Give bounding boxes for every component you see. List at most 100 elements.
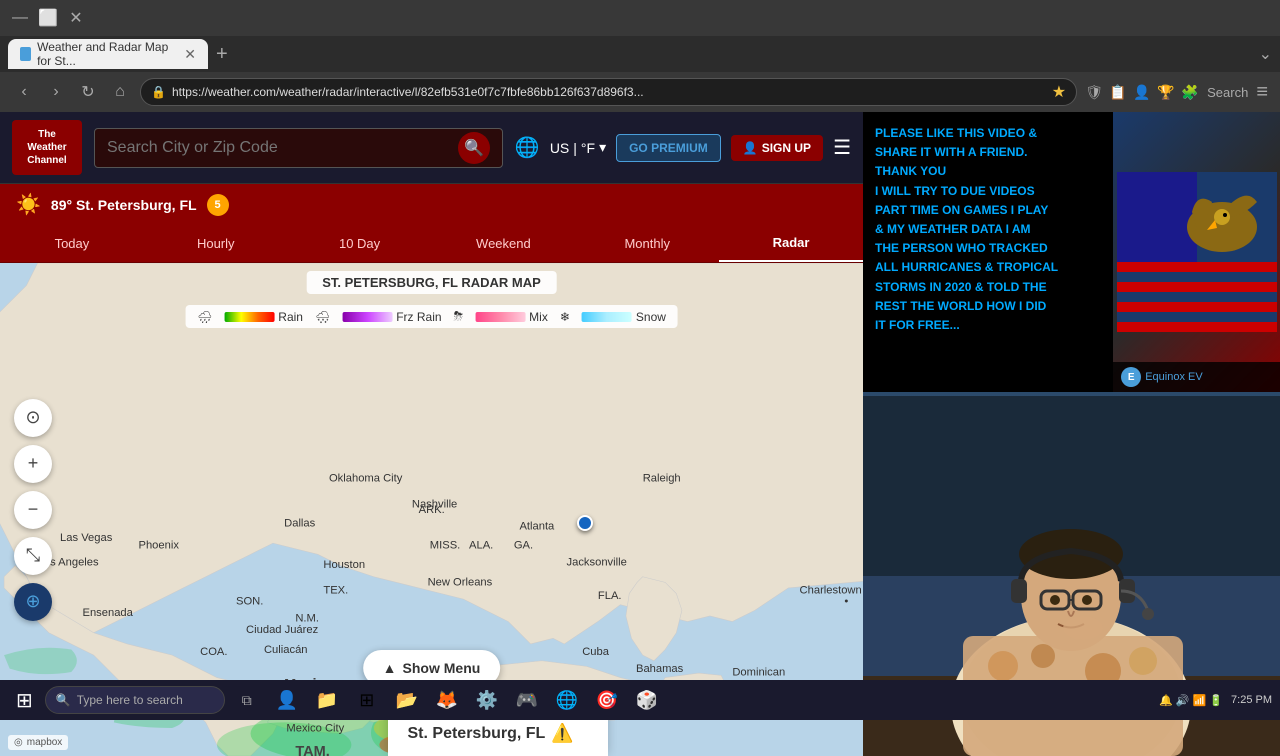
extensions-icon[interactable]: 🧩 [1181, 83, 1199, 101]
svg-text:Ciudad Juárez: Ciudad Juárez [246, 624, 319, 636]
popup-location: St. Petersburg, FL ⚠️ [408, 723, 588, 744]
zoom-in-button[interactable]: + [14, 445, 52, 483]
chevron-up-icon: ▲ [383, 660, 397, 676]
svg-text:Charlestown: Charlestown [800, 585, 862, 597]
new-tab-button[interactable]: + [208, 43, 236, 66]
weather-logo: TheWeatherChannel [12, 120, 82, 175]
chrome-taskbar-icon[interactable]: 🌐 [549, 682, 585, 718]
start-button[interactable]: ⊞ [8, 684, 41, 717]
rain-label: Rain [278, 310, 303, 324]
apps-taskbar-icon[interactable]: ⊞ [349, 682, 385, 718]
tab-overflow-icon[interactable]: ⌄ [1259, 44, 1272, 64]
home-button[interactable]: ⌂ [108, 80, 132, 104]
svg-text:Phoenix: Phoenix [139, 540, 180, 552]
taskbar-right: 🔔 🔊 📶 🔋 7:25 PM [1159, 694, 1272, 707]
premium-button[interactable]: GO PREMIUM [616, 134, 721, 162]
mix-bar [475, 312, 525, 322]
back-button[interactable]: ‹ [12, 80, 36, 104]
svg-text:N.M.: N.M. [295, 613, 319, 625]
tab-title: Weather and Radar Map for St... [37, 40, 174, 68]
location-pin [577, 515, 593, 531]
weather-section: TheWeatherChannel 🔍 🌐 US | °F ▾ GO PREMI… [0, 112, 863, 756]
url-text: https://weather.com/weather/radar/intera… [172, 85, 1046, 99]
steam-taskbar-icon[interactable]: 🎮 [509, 682, 545, 718]
frz-label: Frz Rain [396, 310, 441, 324]
logo-text: TheWeatherChannel [27, 128, 66, 167]
tab-radar[interactable]: Radar [719, 225, 863, 262]
svg-text:GA.: GA. [514, 540, 533, 552]
country-label: US [550, 140, 569, 156]
popup-location-text: St. Petersburg, FL [408, 725, 546, 743]
person-taskbar-icon[interactable]: 👤 [269, 682, 305, 718]
current-weather-bar: ☀️ 89° St. Petersburg, FL 5 [0, 184, 863, 225]
equinox-label: Equinox EV [1145, 371, 1202, 383]
tab-today[interactable]: Today [0, 225, 144, 262]
settings-taskbar-icon[interactable]: ⚙️ [469, 682, 505, 718]
snow-bar [582, 312, 632, 322]
city-search-bar[interactable]: 🔍 [94, 128, 503, 168]
signup-button[interactable]: 👤 SIGN UP [731, 135, 823, 161]
browser-search-button[interactable]: Search [1207, 85, 1248, 100]
browser-menu-button[interactable]: ≡ [1256, 81, 1268, 104]
search-label: Search [1207, 85, 1248, 100]
map-legend: 🌧 Rain 🌨 Frz Rain ⛈ Mix ❄ S [185, 305, 678, 328]
main-layout: TheWeatherChannel 🔍 🌐 US | °F ▾ GO PREMI… [0, 112, 1280, 756]
globe-icon[interactable]: 🌐 [515, 135, 540, 160]
forward-button[interactable]: › [44, 80, 68, 104]
unit-display: °F [581, 140, 595, 156]
svg-text:COA.: COA. [200, 646, 227, 658]
legend-frz-icon: 🌨 [315, 310, 330, 324]
svg-text:TEX.: TEX. [323, 585, 348, 597]
account-icon[interactable]: 👤 [1133, 83, 1151, 101]
svg-text:•: • [844, 596, 848, 608]
legend-mix-icon: ⛈ [454, 309, 464, 324]
explorer-taskbar-icon[interactable]: 📂 [389, 682, 425, 718]
firefox-taskbar-icon[interactable]: 🦊 [429, 682, 465, 718]
tab-favicon [20, 47, 31, 61]
svg-text:MISS.: MISS. [430, 540, 460, 552]
hamburger-menu-button[interactable]: ☰ [833, 135, 851, 160]
svg-text:TAM.: TAM. [295, 744, 329, 756]
url-bar[interactable]: 🔒 https://weather.com/weather/radar/inte… [140, 78, 1077, 106]
svg-text:Raleigh: Raleigh [643, 472, 681, 484]
video-eagle [1113, 112, 1280, 392]
close-button[interactable]: ✕ [64, 6, 88, 30]
legend-rain-icon: 🌧 [197, 310, 212, 324]
active-tab[interactable]: Weather and Radar Map for St... ✕ [8, 39, 208, 69]
layers-button[interactable]: ⊕ [14, 583, 52, 621]
mix-label: Mix [529, 310, 548, 324]
maximize-button[interactable]: ⬜ [36, 6, 60, 30]
tab-monthly[interactable]: Monthly [575, 225, 719, 262]
tab-close-button[interactable]: ✕ [184, 46, 196, 63]
refresh-button[interactable]: ↻ [76, 80, 100, 104]
locate-button[interactable]: ⊙ [14, 399, 52, 437]
show-menu-label: Show Menu [403, 660, 481, 676]
task-view-button[interactable]: ⧉ [229, 682, 265, 718]
tab-weekend[interactable]: Weekend [431, 225, 575, 262]
taskbar-search[interactable]: 🔍 Type here to search [45, 686, 225, 714]
legend-frz: Frz Rain [342, 310, 441, 324]
search-submit-button[interactable]: 🔍 [458, 132, 490, 164]
country-selector[interactable]: US | °F ▾ [550, 139, 606, 156]
game1-taskbar-icon[interactable]: 🎯 [589, 682, 625, 718]
legend-snow-icon: ❄ [560, 310, 570, 324]
location-name: St. Petersburg, FL [76, 197, 197, 213]
unit-dropdown-icon: ▾ [599, 139, 606, 156]
tab-hourly[interactable]: Hourly [144, 225, 288, 262]
zoom-out-button[interactable]: − [14, 491, 52, 529]
tab-10day[interactable]: 10 Day [288, 225, 432, 262]
pocket-icon[interactable]: 📋 [1109, 83, 1127, 101]
svg-text:Oklahoma City: Oklahoma City [329, 472, 403, 484]
minimize-button[interactable]: — [8, 6, 32, 30]
header-right: 🌐 US | °F ▾ GO PREMIUM 👤 SIGN UP ☰ [515, 134, 851, 162]
city-search-input[interactable] [107, 139, 450, 157]
legend-snow: Snow [582, 310, 666, 324]
folder-taskbar-icon[interactable]: 📁 [309, 682, 345, 718]
rewards-icon[interactable]: 🏆 [1157, 83, 1175, 101]
svg-text:New Orleans: New Orleans [428, 577, 493, 589]
game2-taskbar-icon[interactable]: 🎲 [629, 682, 665, 718]
fullscreen-button[interactable]: ⤡ [14, 537, 52, 575]
shield-icon[interactable]: 🛡 [1085, 83, 1103, 101]
bookmark-star-icon[interactable]: ★ [1052, 82, 1066, 102]
map-title: ST. PETERSBURG, FL RADAR MAP [306, 271, 557, 294]
